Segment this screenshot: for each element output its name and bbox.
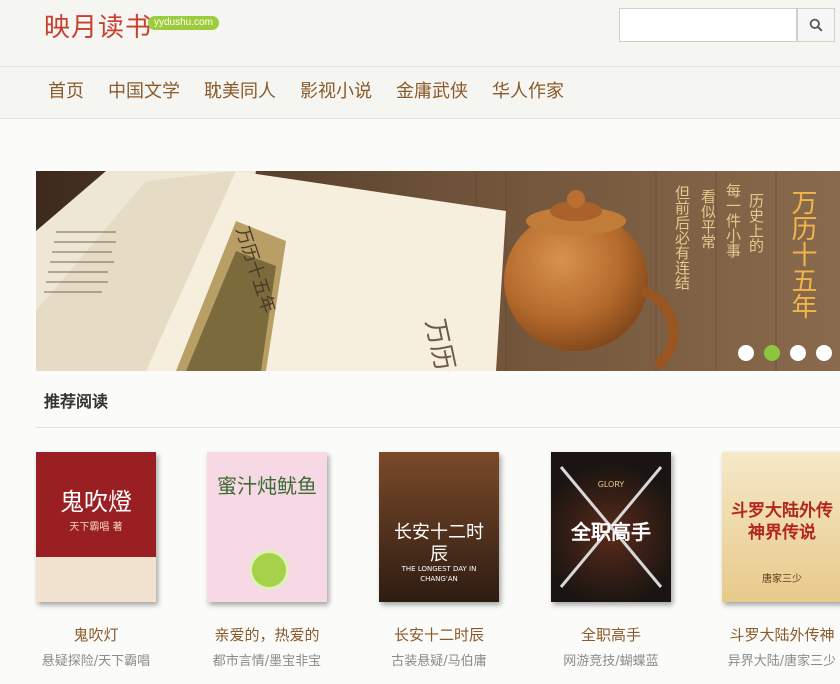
book-cover[interactable]: 蜜汁炖鱿鱼	[207, 452, 327, 602]
svg-text:但前后必有连结: 但前后必有连结	[673, 185, 691, 290]
book-meta: 异界大陆/唐家三少	[727, 654, 837, 669]
nav-item-chinese-literature[interactable]: 中国文学	[96, 66, 192, 118]
book-title[interactable]: 鬼吹灯	[21, 624, 171, 645]
book-cover[interactable]: 长安十二时辰 THE LONGEST DAY IN CHANG'AN	[379, 452, 499, 602]
search-icon	[809, 18, 823, 32]
carousel-dot-2[interactable]	[764, 345, 780, 361]
site-domain-badge: yydushu.com	[148, 16, 219, 30]
book-title[interactable]: 全职高手	[536, 624, 686, 645]
carousel-dots	[738, 345, 832, 361]
book-cover[interactable]: 鬼吹燈 天下霸唱 著	[36, 452, 156, 602]
book-card[interactable]: 长安十二时辰 THE LONGEST DAY IN CHANG'AN 长安十二时…	[364, 452, 514, 669]
banner-image: 万历十五年 万历十 历史上的 每一件小事 看似平常 但前后必有连结 万历十五年	[36, 171, 840, 371]
book-cover[interactable]: 斗罗大陆外传 神界传说 唐家三少	[722, 452, 840, 602]
svg-text:历史上的: 历史上的	[747, 193, 765, 254]
divider	[36, 427, 840, 428]
book-meta: 悬疑探险/天下霸唱	[41, 654, 151, 669]
top-bar: 映月读书 yydushu.com	[0, 0, 840, 67]
book-card[interactable]: GLORY 全职高手 全职高手 网游竞技/蝴蝶蓝	[536, 452, 686, 669]
banner-book-title: 万历十五年	[787, 189, 817, 319]
book-card[interactable]: 鬼吹燈 天下霸唱 著 鬼吹灯 悬疑探险/天下霸唱	[21, 452, 171, 669]
nav-item-jinyong-wuxia[interactable]: 金庸武侠	[384, 66, 480, 118]
main-nav: 首页 中国文学 耽美同人 影视小说 金庸武侠 华人作家	[36, 66, 576, 118]
book-title[interactable]: 亲爱的，热爱的	[192, 624, 342, 645]
header: 映月读书 yydushu.com 首页 中国文学 耽美同人 影视小说 金庸武侠 …	[0, 0, 840, 119]
book-title[interactable]: 斗罗大陆外传神	[707, 624, 840, 645]
book-cover[interactable]: GLORY 全职高手	[551, 452, 671, 602]
section-heading-recommend: 推荐阅读	[44, 392, 109, 411]
carousel-dot-1[interactable]	[738, 345, 754, 361]
search-input[interactable]	[619, 8, 797, 42]
nav-item-film-novels[interactable]: 影视小说	[288, 66, 384, 118]
search-button[interactable]	[797, 8, 835, 42]
banner-carousel[interactable]: 万历十五年 万历十 历史上的 每一件小事 看似平常 但前后必有连结 万历十五年	[36, 171, 840, 371]
book-card[interactable]: 斗罗大陆外传 神界传说 唐家三少 斗罗大陆外传神 异界大陆/唐家三少	[707, 452, 840, 669]
carousel-dot-3[interactable]	[790, 345, 806, 361]
carousel-dot-4[interactable]	[816, 345, 832, 361]
nav-item-danmei[interactable]: 耽美同人	[192, 66, 288, 118]
site-logo[interactable]: 映月读书	[44, 10, 152, 46]
nav-item-chinese-authors[interactable]: 华人作家	[480, 66, 576, 118]
book-meta: 古装悬疑/马伯庸	[391, 654, 487, 669]
book-title[interactable]: 长安十二时辰	[364, 624, 514, 645]
svg-text:看似平常: 看似平常	[699, 189, 717, 249]
book-meta: 都市言情/墨宝非宝	[212, 654, 322, 669]
svg-text:每一件小事: 每一件小事	[724, 183, 742, 258]
nav-item-home[interactable]: 首页	[36, 66, 96, 118]
book-meta: 网游竞技/蝴蝶蓝	[563, 654, 659, 669]
book-card[interactable]: 蜜汁炖鱿鱼 亲爱的，热爱的 都市言情/墨宝非宝	[192, 452, 342, 669]
